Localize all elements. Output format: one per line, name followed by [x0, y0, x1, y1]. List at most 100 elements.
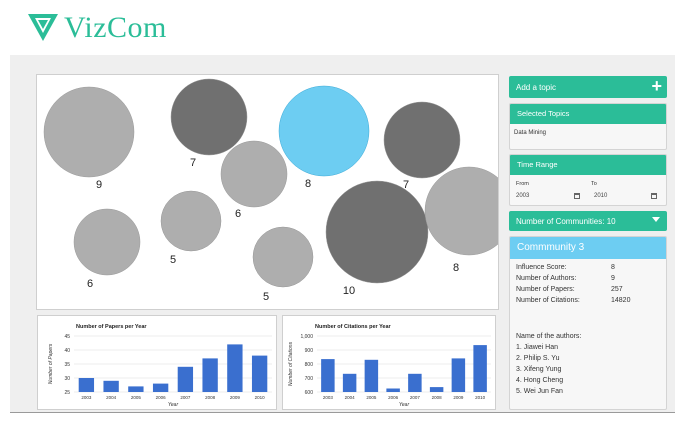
y-tick-label: 45 — [64, 334, 70, 340]
stat-row: Number of Papers: 257 — [516, 286, 623, 293]
bar[interactable] — [364, 359, 379, 392]
bubble-label: 5 — [170, 254, 176, 266]
y-tick-label: 30 — [64, 376, 70, 382]
citations-chart-svg: Number of Citations per Year 600 700 800 900… — [288, 324, 491, 408]
bubble-label: 9 — [96, 179, 102, 191]
x-tick-label: 2005 — [131, 395, 142, 400]
stat-key: Number of Papers: — [516, 286, 575, 293]
x-tick-label: 2008 — [432, 395, 443, 400]
x-tick-label: 2010 — [255, 395, 266, 400]
to-date-field[interactable]: 2010 — [594, 193, 607, 199]
community-bubble[interactable] — [43, 86, 135, 178]
chevron-down-icon — [652, 217, 660, 222]
community-bubble[interactable] — [170, 78, 248, 156]
y-tick-label: 700 — [305, 376, 314, 382]
bar[interactable] — [408, 373, 422, 392]
plus-icon[interactable]: + — [651, 77, 662, 95]
communities-label: Number of Communities: 10 — [516, 217, 616, 226]
community-bubble[interactable] — [325, 180, 429, 284]
from-label: From — [516, 181, 529, 187]
selected-topic-item[interactable]: Data Mining — [510, 124, 666, 142]
bubble-label: 8 — [453, 262, 459, 274]
author-item[interactable]: 2. Philip S. Yu — [516, 355, 559, 362]
stat-key: Number of Citations: — [516, 297, 580, 304]
papers-chart-svg: Number of Papers per Year 25 30 35 40 45 2003 2… — [48, 324, 272, 408]
author-item[interactable]: 3. Xifeng Yung — [516, 366, 561, 373]
stat-row: Number of Citations: 14820 — [516, 297, 630, 304]
x-tick-label: 2006 — [388, 395, 399, 400]
community-bubble[interactable] — [160, 190, 222, 252]
y-tick-label: 1,000 — [300, 334, 313, 340]
y-tick-label: 800 — [305, 362, 314, 368]
logo-text: VizCom — [64, 11, 167, 44]
y-axis-label: Number of Papers — [48, 343, 54, 384]
bubble-label: 8 — [305, 178, 311, 190]
to-label: To — [591, 181, 597, 187]
bubble-label: 6 — [87, 278, 93, 290]
community-bubble[interactable] — [252, 226, 314, 288]
x-tick-label: 2005 — [366, 395, 377, 400]
bar[interactable] — [227, 344, 243, 392]
bar[interactable] — [473, 345, 487, 392]
bar[interactable] — [451, 358, 466, 392]
y-tick-label: 35 — [64, 362, 70, 368]
citations-per-year-chart: Number of Citations per Year 600 700 800 900… — [282, 315, 496, 410]
bar[interactable] — [251, 355, 268, 392]
bubble-chart: 9768 7655 108 — [43, 78, 498, 303]
stat-value: 8 — [611, 264, 615, 271]
x-tick-label: 2007 — [180, 395, 191, 400]
bar[interactable] — [128, 386, 144, 392]
stat-key: Number of Authors: — [516, 275, 577, 282]
bar[interactable] — [78, 378, 95, 392]
bubble-label: 7 — [190, 157, 196, 169]
community-bubble[interactable] — [220, 140, 288, 208]
stat-value: 9 — [611, 275, 615, 282]
from-date-field[interactable]: 2003 — [516, 193, 529, 199]
authors-title: Name of the authors: — [516, 333, 582, 340]
x-tick-label: 2006 — [156, 395, 167, 400]
bar[interactable] — [342, 373, 357, 392]
calendar-icon[interactable] — [651, 193, 657, 199]
bar[interactable] — [429, 387, 444, 392]
x-tick-label: 2008 — [205, 395, 216, 400]
community-detail-card: Commmunity 3 Influence Score: 8 Number of… — [509, 236, 667, 410]
author-item[interactable]: 1. Jiawei Han — [516, 344, 558, 351]
add-topic-label: Add a topic — [516, 83, 557, 92]
bar[interactable] — [386, 388, 400, 393]
y-tick-label: 600 — [305, 390, 314, 396]
bar[interactable] — [177, 366, 194, 392]
community-title: Commmunity 3 — [510, 237, 666, 259]
y-tick-label: 40 — [64, 348, 70, 354]
stat-value: 257 — [611, 286, 623, 293]
bar[interactable] — [321, 359, 335, 392]
stat-value: 14820 — [611, 297, 631, 304]
x-tick-label: 2009 — [453, 395, 464, 400]
community-bubble[interactable] — [383, 101, 461, 179]
x-tick-label: 2009 — [230, 395, 241, 400]
community-bubble[interactable] — [424, 166, 498, 256]
selected-topics-card: Selected Topics Data Mining — [509, 103, 667, 150]
stat-key: Influence Score: — [516, 264, 567, 271]
author-item[interactable]: 4. Hong Cheng — [516, 377, 563, 384]
x-tick-label: 2003 — [81, 395, 92, 400]
calendar-icon[interactable] — [574, 193, 580, 199]
bubble-label: 6 — [235, 208, 241, 220]
bar[interactable] — [202, 358, 218, 392]
papers-per-year-chart: Number of Papers per Year 25 30 35 40 45 2003 2… — [37, 315, 277, 410]
stat-row: Influence Score: 8 — [516, 264, 615, 271]
bubble-label: 5 — [263, 291, 269, 303]
time-range-title: Time Range — [510, 155, 666, 175]
bar[interactable] — [152, 383, 169, 392]
community-bubble[interactable] — [278, 85, 370, 177]
app-logo[interactable]: VizCom — [28, 12, 167, 44]
add-topic-button[interactable]: Add a topic + — [509, 76, 667, 98]
bar[interactable] — [103, 380, 119, 392]
community-bubble-panel: 9 7 6 8 7 6 5 5 10 8 — [36, 74, 499, 310]
community-bubble[interactable] — [73, 208, 141, 276]
x-tick-label: 2004 — [345, 395, 356, 400]
divider — [10, 412, 675, 413]
author-item[interactable]: 5. Wei Jun Fan — [516, 388, 563, 395]
communities-dropdown[interactable]: Number of Communities: 10 — [509, 211, 667, 231]
chart-title: Number of Papers per Year — [76, 324, 147, 330]
x-axis-label: Year — [399, 402, 410, 408]
